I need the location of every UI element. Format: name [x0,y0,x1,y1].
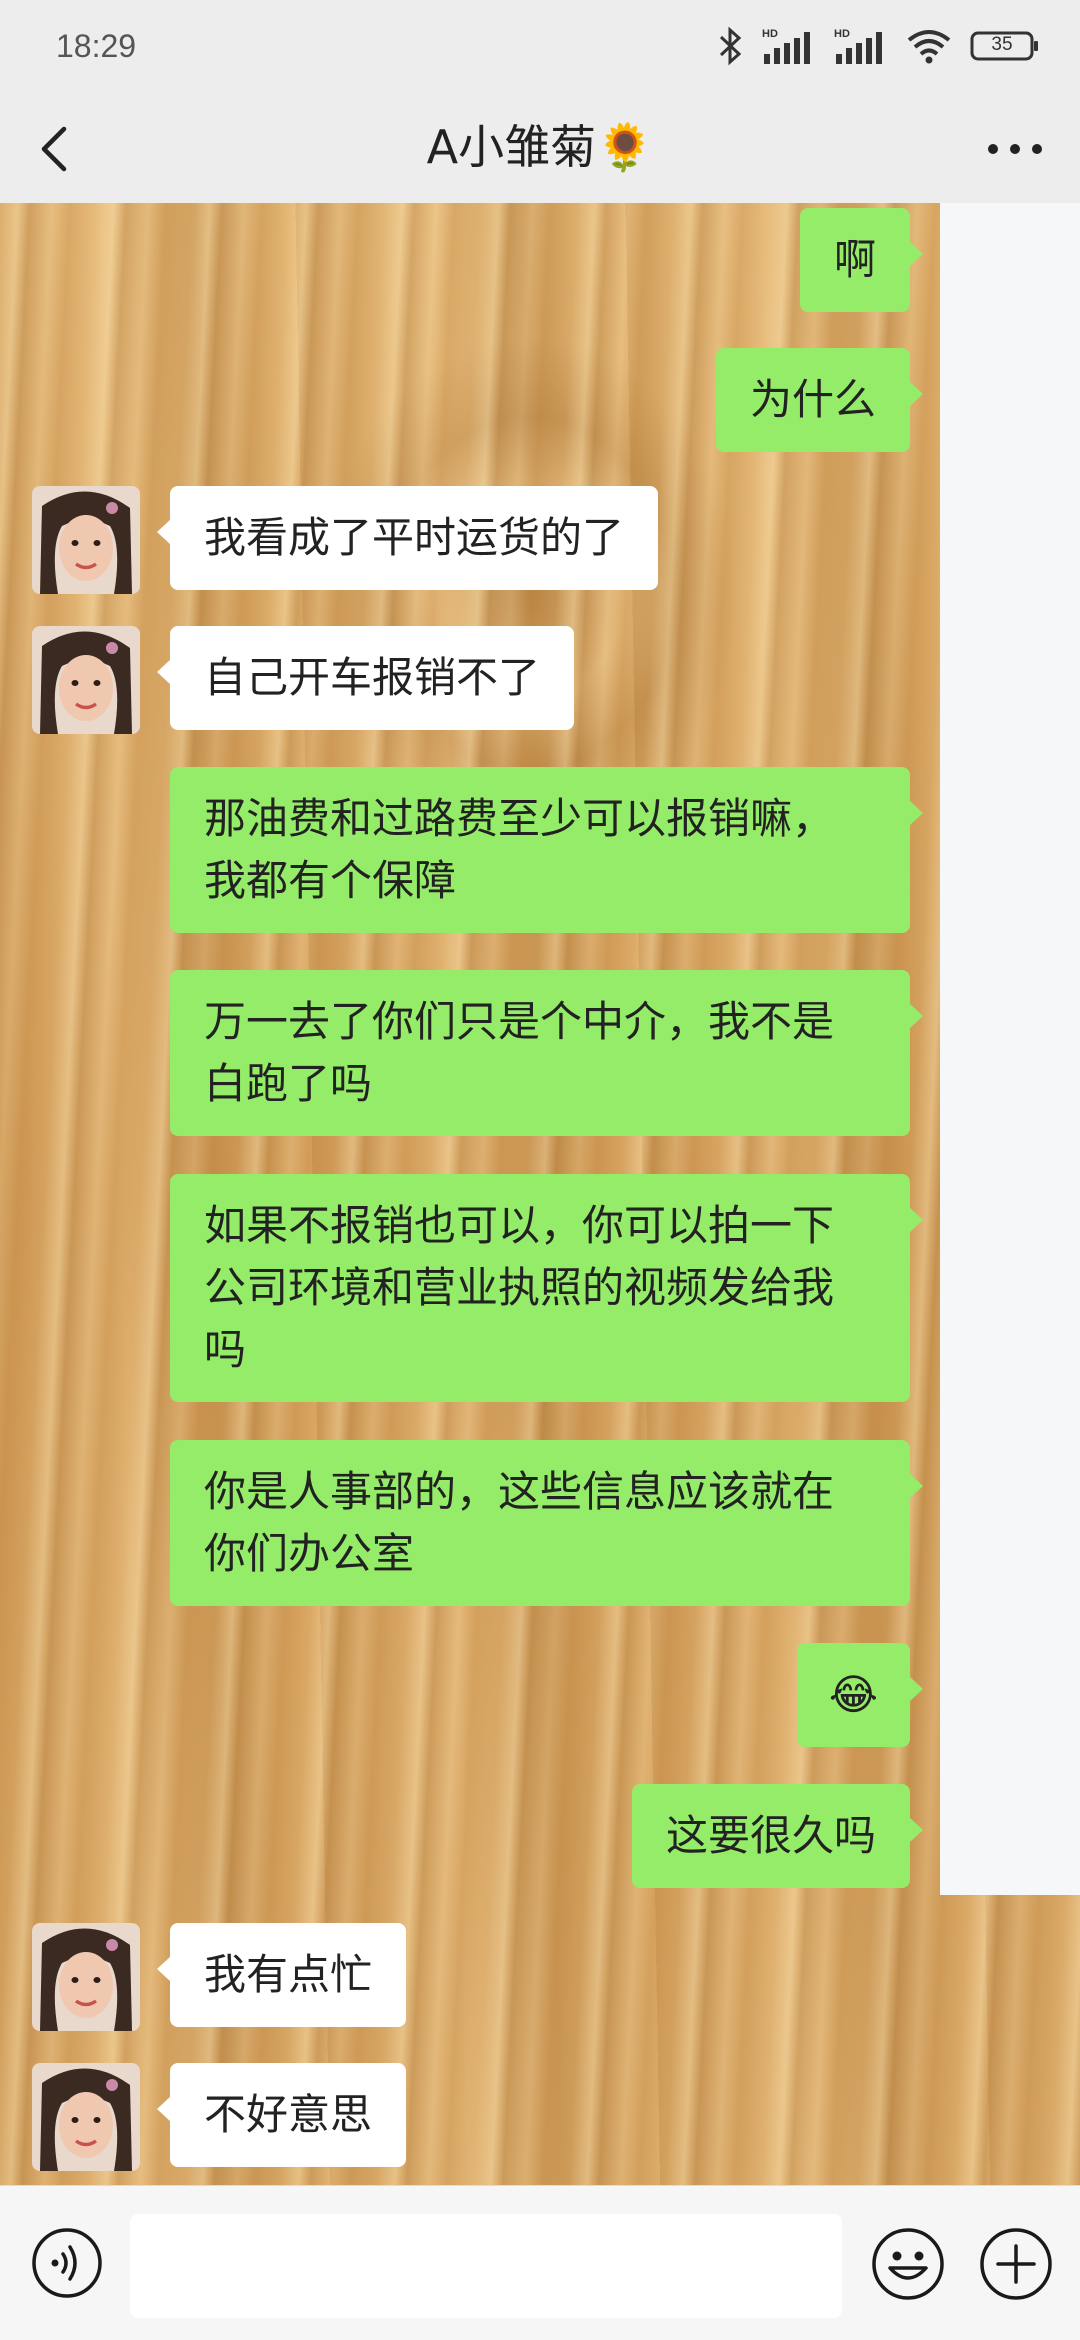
outgoing-message[interactable]: 啊 [799,208,924,312]
outgoing-message[interactable]: 你是人事部的，这些信息应该就在 你们办公室 [170,1440,923,1606]
status-time: 18:29 [56,28,137,64]
outgoing-message[interactable]: 那油费和过路费至少可以报销嘛， 我都有个保障 [170,767,923,933]
bluetooth-icon [718,26,744,66]
voice-button[interactable] [30,2226,104,2300]
background-panel [940,203,1080,1895]
hd-signal-icon-2: HD [834,26,888,66]
outgoing-message[interactable]: 如果不报销也可以，你可以拍一下 公司环境和营业执照的视频发给我 吗 [170,1174,923,1402]
outgoing-message[interactable]: 这要很久吗 [631,1784,924,1888]
svg-text:HD: HD [762,28,778,40]
outgoing-message[interactable]: 😂 [796,1643,924,1747]
chat-header: A小雏菊🌻 [0,95,1080,203]
emoji-icon [872,2228,944,2300]
battery-icon: 35 [970,30,1040,62]
avatar[interactable] [32,626,140,734]
wifi-icon [906,26,952,66]
avatar[interactable] [32,2063,140,2171]
outgoing-message[interactable]: 为什么 [715,348,924,452]
svg-text:HD: HD [834,28,850,40]
voice-icon [32,2228,102,2298]
emoji-button[interactable] [870,2226,946,2302]
more-dots-icon [988,144,1042,154]
incoming-message[interactable]: 自己开车报销不了 [156,626,575,730]
hd-signal-icon: HD [762,26,816,66]
incoming-message[interactable]: 不好意思 [156,2063,407,2167]
incoming-message[interactable]: 我有点忙 [156,1923,407,2027]
message-input[interactable] [130,2214,842,2318]
battery-level: 35 [991,34,1013,55]
more-button[interactable] [980,117,1050,181]
more-functions-button[interactable] [978,2226,1054,2302]
status-icons: HD HD 35 [718,24,1040,68]
avatar[interactable] [32,1923,140,2031]
plus-icon [980,2228,1052,2300]
chat-title: A小雏菊🌻 [426,120,654,174]
avatar[interactable] [32,486,140,594]
status-bar: 18:29 HD HD 35 [0,0,1080,95]
chat-area[interactable]: 啊 为什么 我看成了平时运货的了 自己开车报销不了 那油费和过路费至少可以报销嘛… [0,203,1080,2185]
input-bar [0,2185,1080,2340]
incoming-message[interactable]: 我看成了平时运货的了 [156,486,659,590]
outgoing-message[interactable]: 万一去了你们只是个中介，我不是 白跑了吗 [170,970,923,1136]
